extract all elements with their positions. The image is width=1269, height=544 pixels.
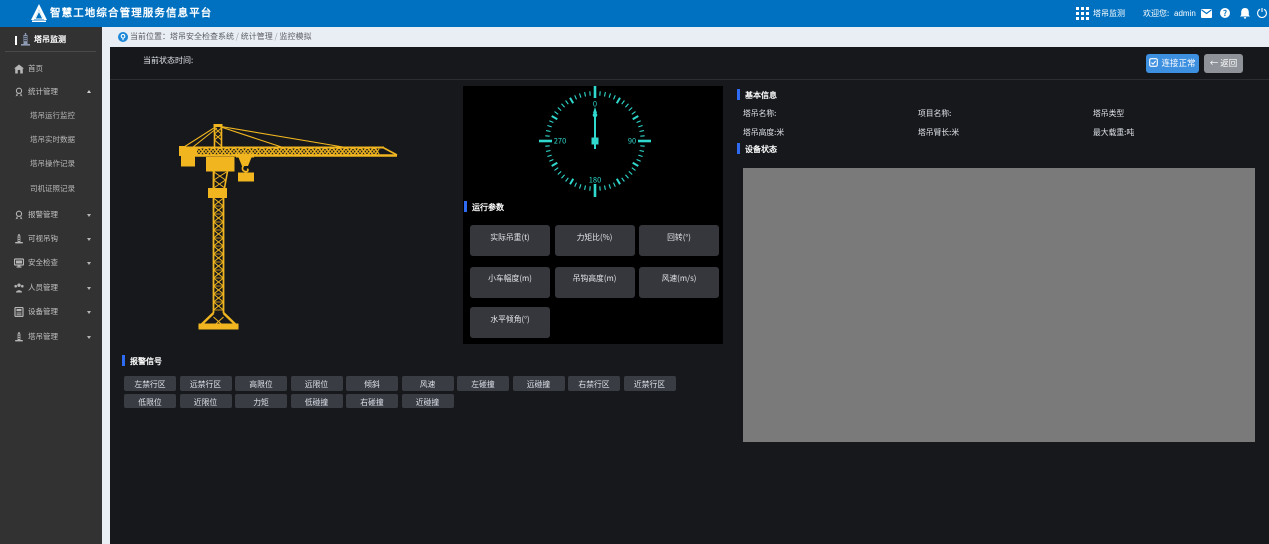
svg-text:?: ? (1223, 8, 1227, 18)
svg-text:270: 270 (554, 136, 567, 147)
svg-text:180: 180 (589, 175, 602, 186)
svg-text:90: 90 (628, 136, 636, 147)
